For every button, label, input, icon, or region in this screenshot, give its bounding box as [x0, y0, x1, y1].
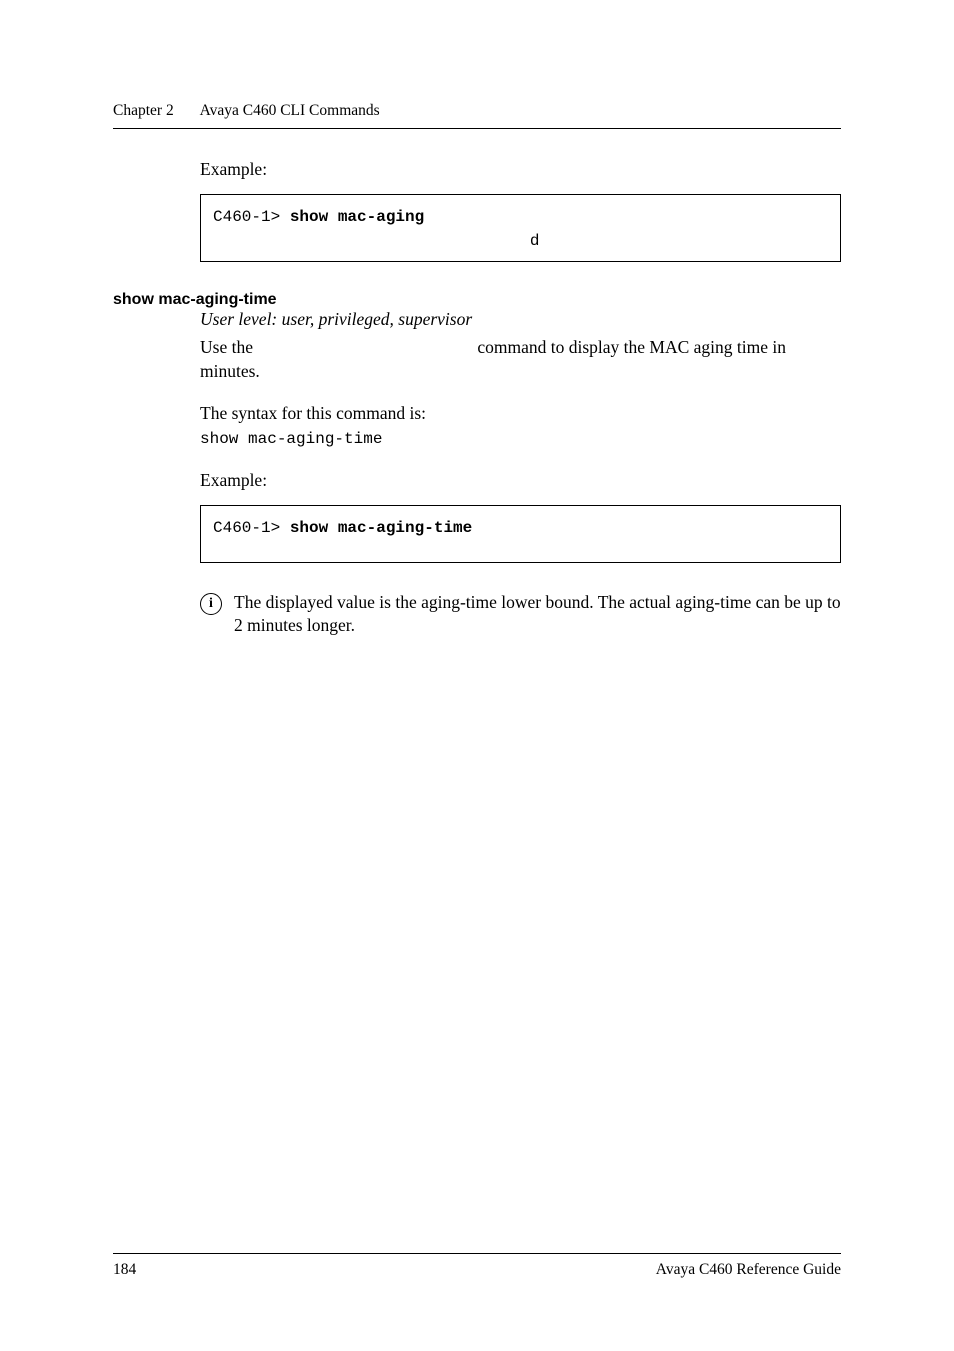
- use-pre-text: Use the: [200, 337, 257, 357]
- code-command-2: show mac-aging-time: [290, 519, 472, 537]
- header-rule: [113, 128, 841, 129]
- example-label: Example:: [200, 158, 841, 182]
- user-level-line: User level: user, privileged, supervisor: [200, 308, 841, 332]
- code-command: show mac-aging: [290, 208, 424, 226]
- code-box-2: C460-1> show mac-aging-time: [200, 505, 841, 563]
- syntax-code: show mac-aging-time: [200, 429, 841, 451]
- info-note-text: The displayed value is the aging-time lo…: [234, 591, 841, 638]
- example-label-2: Example:: [200, 469, 841, 493]
- use-paragraph: Use the command to display the MAC aging…: [200, 336, 841, 384]
- page-footer: 184 Avaya C460 Reference Guide: [113, 1253, 841, 1281]
- footer-doc-title: Avaya C460 Reference Guide: [656, 1260, 841, 1281]
- chapter-title: Avaya C460 CLI Commands: [200, 101, 380, 122]
- page-number: 184: [113, 1260, 136, 1281]
- info-note: i The displayed value is the aging-time …: [200, 591, 841, 638]
- page: Chapter 2 Avaya C460 CLI Commands Exampl…: [0, 0, 954, 1351]
- code-output-line: d: [213, 229, 828, 253]
- syntax-block: The syntax for this command is: show mac…: [200, 402, 841, 451]
- page-header: Chapter 2 Avaya C460 CLI Commands: [113, 101, 841, 129]
- use-post-text: command to display the MAC aging time in…: [200, 337, 786, 382]
- footer-rule: [113, 1253, 841, 1254]
- syntax-label: The syntax for this command is:: [200, 402, 841, 426]
- code-prompt: C460-1>: [213, 208, 290, 226]
- body-block-2: User level: user, privileged, supervisor…: [200, 308, 841, 638]
- body-block-1: Example: C460-1> show mac-aging d: [200, 158, 841, 290]
- code-prompt-2: C460-1>: [213, 519, 290, 537]
- info-icon: i: [200, 593, 222, 615]
- chapter-label: Chapter 2: [113, 101, 174, 122]
- code-box-1: C460-1> show mac-aging d: [200, 194, 841, 262]
